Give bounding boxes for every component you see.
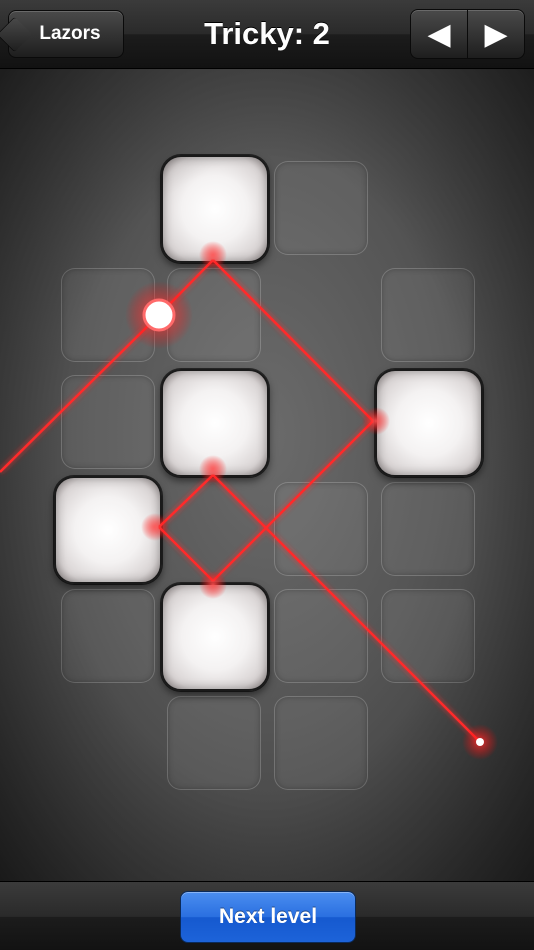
game-board [0,69,534,881]
left-arrow-icon: ◀ [427,17,451,51]
reflect-block[interactable] [375,369,483,477]
previous-level-button[interactable]: ◀ [410,9,468,59]
next-level-button[interactable]: Next level [180,891,356,943]
empty-slot[interactable] [167,696,261,790]
empty-slot[interactable] [274,696,368,790]
level-title: Tricky: 2 [204,16,330,51]
reflect-block[interactable] [161,583,269,691]
reflect-block[interactable] [161,369,269,477]
game-screen: Lazors Tricky: 2 ◀ ▶ Next level [0,0,534,950]
reflect-block[interactable] [54,476,162,584]
empty-slot[interactable] [381,268,475,362]
next-level-arrow-button[interactable]: ▶ [467,9,525,59]
empty-slot[interactable] [61,589,155,683]
empty-slot[interactable] [274,482,368,576]
back-button-label: Lazors [39,23,101,44]
back-button[interactable]: Lazors [8,10,124,58]
empty-slot[interactable] [167,268,261,362]
empty-slot[interactable] [381,589,475,683]
top-navigation-bar: Lazors Tricky: 2 ◀ ▶ [0,0,534,69]
empty-slot[interactable] [61,268,155,362]
reflect-block[interactable] [161,155,269,263]
right-arrow-icon: ▶ [484,17,508,51]
empty-slot[interactable] [274,161,368,255]
empty-slot[interactable] [61,375,155,469]
empty-slot[interactable] [381,482,475,576]
bottom-toolbar: Next level [0,881,534,950]
empty-slot[interactable] [274,589,368,683]
